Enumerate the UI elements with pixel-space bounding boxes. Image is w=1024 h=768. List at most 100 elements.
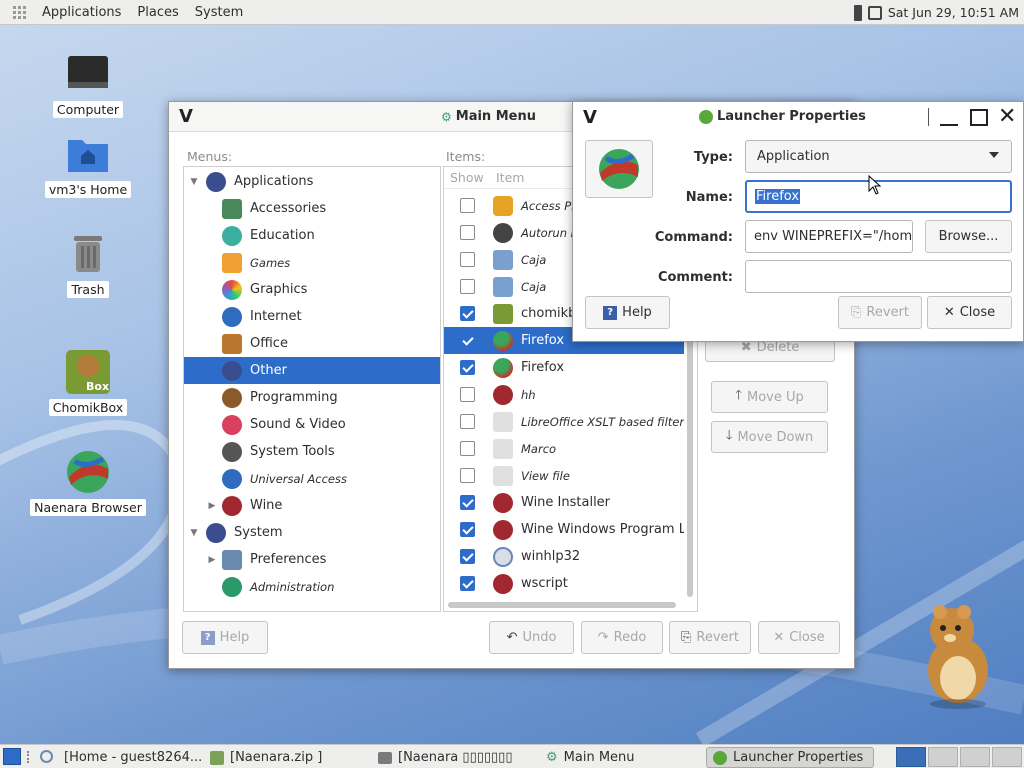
- show-checkbox[interactable]: [460, 306, 475, 321]
- desktop-icon-label: Trash: [67, 281, 109, 298]
- show-checkbox[interactable]: [460, 549, 475, 564]
- show-checkbox[interactable]: [460, 387, 475, 402]
- show-checkbox[interactable]: [460, 441, 475, 456]
- redo-button[interactable]: ↷ Redo: [581, 621, 663, 654]
- desktop-icon-computer[interactable]: Computer: [38, 50, 138, 118]
- task-main-menu[interactable]: ⚙ Main Menu: [540, 747, 700, 768]
- browser-launcher-icon[interactable]: [40, 750, 53, 763]
- item-row[interactable]: Marco: [444, 435, 684, 462]
- launcher-help-button[interactable]: ? Help: [585, 296, 670, 329]
- tree-item-education[interactable]: Education: [184, 222, 440, 249]
- show-checkbox[interactable]: [460, 198, 475, 213]
- launcher-revert-button[interactable]: ⎘ Revert: [838, 296, 922, 329]
- hamster-mascot-icon: [928, 605, 988, 709]
- tree-item-wine[interactable]: ▶ Wine: [184, 492, 440, 519]
- tree-item-internet[interactable]: Internet: [184, 303, 440, 330]
- applications-menu-icon[interactable]: [13, 5, 26, 19]
- item-row[interactable]: LibreOffice XSLT based filters: [444, 408, 684, 435]
- desktop-icon-trash[interactable]: Trash: [38, 230, 138, 298]
- item-row[interactable]: Wine Installer: [444, 489, 684, 516]
- column-item[interactable]: Item: [496, 170, 524, 185]
- tree-item-programming[interactable]: Programming: [184, 384, 440, 411]
- window-logo-icon[interactable]: V: [179, 106, 193, 127]
- network-icon[interactable]: [853, 4, 862, 21]
- show-checkbox[interactable]: [460, 576, 475, 591]
- naenara-icon: [493, 357, 513, 378]
- expander-right-icon[interactable]: ▶: [206, 555, 218, 565]
- tree-item-preferences[interactable]: ▶ Preferences: [184, 546, 440, 573]
- show-checkbox[interactable]: [460, 279, 475, 294]
- move-down-button[interactable]: 🡓 Move Down: [711, 421, 828, 453]
- move-up-button[interactable]: 🡑 Move Up: [711, 381, 828, 413]
- desktop-icon-naenara[interactable]: Naenara Browser: [30, 448, 146, 516]
- workspace-1[interactable]: [896, 747, 926, 767]
- launcher-titlebar[interactable]: V Launcher Properties ✕: [573, 102, 1023, 132]
- folder-icon: [493, 249, 513, 270]
- tree-item-accessories[interactable]: Accessories: [184, 195, 440, 222]
- item-row[interactable]: hh: [444, 381, 684, 408]
- expander-down-icon[interactable]: ▼: [188, 528, 200, 538]
- type-select[interactable]: Application: [745, 140, 1012, 173]
- tree-item-applications[interactable]: ▼ Applications: [184, 168, 440, 195]
- help-button[interactable]: ? Help: [182, 621, 268, 654]
- launcher-close-button[interactable]: ✕ Close: [927, 296, 1012, 329]
- desktop-icon-home[interactable]: vm3's Home: [38, 130, 138, 198]
- administration-icon: [222, 576, 242, 597]
- undo-icon: ↶: [506, 630, 518, 645]
- revert-button[interactable]: ⎘ Revert: [669, 621, 751, 654]
- show-checkbox[interactable]: [460, 468, 475, 483]
- show-desktop-icon[interactable]: [3, 748, 21, 765]
- workspace-4[interactable]: [992, 747, 1022, 767]
- tree-item-games[interactable]: Games: [184, 249, 440, 276]
- column-show[interactable]: Show: [450, 170, 496, 185]
- close-window-icon[interactable]: ✕: [998, 103, 1016, 131]
- show-checkbox[interactable]: [460, 225, 475, 240]
- item-row[interactable]: Firefox: [444, 354, 684, 381]
- tree-item-system-tools[interactable]: System Tools: [184, 438, 440, 465]
- screenshot-icon[interactable]: [867, 5, 882, 20]
- tree-item-graphics[interactable]: Graphics: [184, 276, 440, 303]
- menus-tree[interactable]: ▼ Applications Accessories Education Gam…: [183, 166, 441, 612]
- show-checkbox[interactable]: [460, 495, 475, 510]
- maximize-icon[interactable]: [970, 109, 988, 126]
- games-icon: [222, 252, 242, 273]
- browse-button[interactable]: Browse...: [925, 220, 1012, 253]
- item-row[interactable]: Wine Windows Program Loader: [444, 516, 684, 543]
- system-menu[interactable]: System: [187, 5, 251, 20]
- tree-item-universal-access[interactable]: Universal Access: [184, 465, 440, 492]
- expander-right-icon[interactable]: ▶: [206, 501, 218, 511]
- show-checkbox[interactable]: [460, 252, 475, 267]
- desktop-icon-chomikbox[interactable]: Box ChomikBox: [38, 348, 138, 416]
- horizontal-scrollbar[interactable]: [448, 602, 676, 608]
- show-checkbox[interactable]: [460, 360, 475, 375]
- tree-item-office[interactable]: Office: [184, 330, 440, 357]
- task-naenara-folder[interactable]: [Naenara ▯▯▯▯▯▯▯: [372, 747, 538, 768]
- applications-menu[interactable]: Applications: [34, 5, 129, 20]
- tree-item-other[interactable]: Other: [184, 357, 440, 384]
- tree-item-sound-video[interactable]: Sound & Video: [184, 411, 440, 438]
- revert-icon: ⎘: [681, 630, 692, 645]
- comment-input[interactable]: [745, 260, 1012, 293]
- minimize-icon[interactable]: [940, 124, 958, 126]
- item-row[interactable]: winhlp32: [444, 543, 684, 570]
- item-row[interactable]: wscript: [444, 570, 684, 597]
- tree-item-administration[interactable]: Administration: [184, 573, 440, 600]
- task-launcher-properties[interactable]: Launcher Properties: [706, 747, 874, 768]
- task-home-folder[interactable]: [Home - guest8264...: [58, 747, 204, 768]
- show-checkbox[interactable]: [460, 414, 475, 429]
- undo-button[interactable]: ↶ Undo: [489, 621, 574, 654]
- tree-item-system[interactable]: ▼ System: [184, 519, 440, 546]
- task-naenara-zip[interactable]: [Naenara.zip ]: [204, 747, 370, 768]
- clock[interactable]: Sat Jun 29, 10:51 AM: [888, 5, 1019, 20]
- close-button[interactable]: ✕ Close: [758, 621, 840, 654]
- show-checkbox[interactable]: [460, 522, 475, 537]
- command-input[interactable]: env WINEPREFIX="/hom: [745, 220, 913, 253]
- window-title: Launcher Properties: [717, 109, 866, 124]
- places-menu[interactable]: Places: [129, 5, 186, 20]
- expander-down-icon[interactable]: ▼: [188, 177, 200, 187]
- workspace-3[interactable]: [960, 747, 990, 767]
- workspace-2[interactable]: [928, 747, 958, 767]
- window-logo-icon[interactable]: V: [583, 107, 597, 128]
- show-checkbox[interactable]: [460, 333, 475, 348]
- item-row[interactable]: View file: [444, 462, 684, 489]
